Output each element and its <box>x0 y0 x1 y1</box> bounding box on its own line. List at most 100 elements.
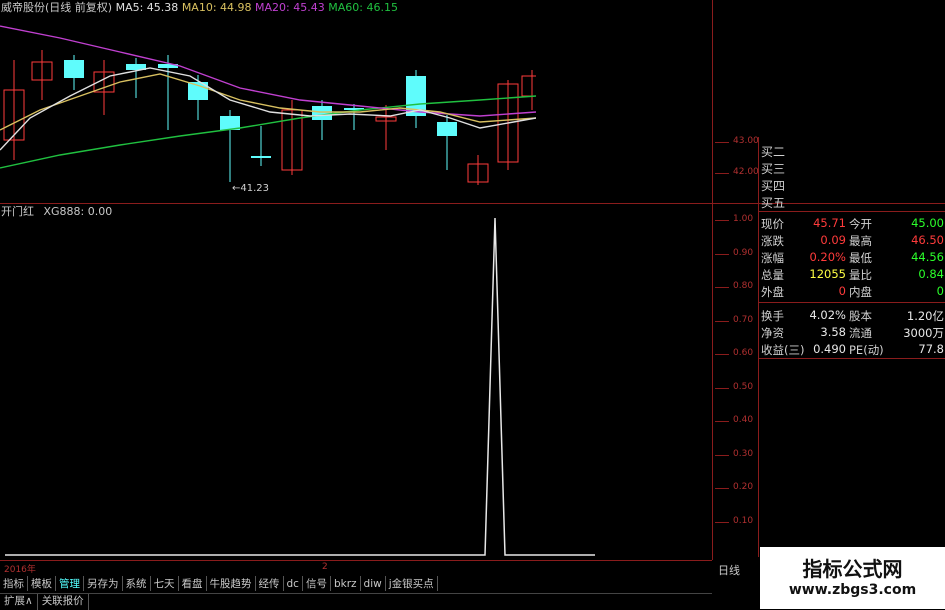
price-axis: 43.00 42.00 <box>712 0 759 203</box>
indicator-tick: 1.00 <box>714 214 754 224</box>
indicator-tab[interactable]: diw <box>361 576 386 591</box>
orderbook-bid-label: 买五 <box>761 196 786 210</box>
quote-value: 0.490 <box>813 342 846 356</box>
quote-row: 换手 4.02% 股本 1.20亿 <box>759 307 945 324</box>
quote-value: 0 <box>838 284 846 298</box>
quote-label: 净资 <box>761 326 784 340</box>
ma20-value: MA20: 45.43 <box>255 1 325 14</box>
quote-value: 4.02% <box>809 308 846 322</box>
time-axis: 2016年 2 <box>0 560 712 575</box>
quote-value: 0 <box>936 284 944 298</box>
ma10-value: MA10: 44.98 <box>181 1 252 14</box>
candle-body <box>251 156 271 158</box>
orderbook-bid-label: 买三 <box>761 162 786 176</box>
quote-value: 77.8 <box>918 342 944 356</box>
watermark-title: 指标公式网 <box>802 557 903 581</box>
quote-value: 0.84 <box>918 267 944 281</box>
quote-row: 涨幅 0.20% 最低 44.56 <box>759 249 945 266</box>
quote-label: 最高 <box>849 234 872 248</box>
ma60-value: MA60: 46.15 <box>328 1 398 14</box>
quote-label: PE(动) <box>849 343 884 357</box>
quote-label: 换手 <box>761 309 784 323</box>
quote-label: 涨幅 <box>761 251 784 265</box>
xg888-line <box>5 217 595 556</box>
watermark: 指标公式网 www.zbgs3.com <box>760 547 945 609</box>
quote-value: 45.71 <box>813 216 846 230</box>
quote-panel: 买二 买三 买四 买五 现价 45.71 今开 45.00 涨跌 0.09 最高 46.50 涨幅 0.… <box>758 137 945 557</box>
indicator-tab[interactable]: j金银买点 <box>386 576 438 591</box>
orderbook-bid-label: 买四 <box>761 179 786 193</box>
indicator-tick: 0.80 <box>714 281 754 291</box>
candlestick-chart <box>0 25 536 185</box>
orderbook-bid-label: 买二 <box>761 145 786 159</box>
indicator-tick: 0.50 <box>714 381 754 392</box>
quote-value: 3000万 <box>903 326 944 340</box>
price-tick: 42.00 <box>715 167 759 177</box>
quote-label: 最低 <box>849 251 872 265</box>
indicator-title: 开门红 <box>1 205 34 218</box>
quote-value: 12055 <box>809 267 846 281</box>
chart-header: 威帝股份(日线 前复权) MA5: 45.38 MA10: 44.98 MA20… <box>1 1 398 15</box>
quote-label: 今开 <box>849 217 872 231</box>
quote-value: 1.20亿 <box>906 309 944 323</box>
ma5-line <box>0 67 536 151</box>
quote-row: 涨跌 0.09 最高 46.50 <box>759 232 945 249</box>
bottom-tab[interactable]: 扩展∧ <box>0 594 38 610</box>
indicator-tab[interactable]: dc <box>284 576 303 591</box>
indicator-tab[interactable]: 牛股趋势 <box>207 576 256 591</box>
quote-row: 收益(三) 0.490 PE(动) 77.8 <box>759 341 945 358</box>
quote-divider <box>759 211 945 212</box>
quote-value: 44.56 <box>911 250 944 264</box>
indicator-tab[interactable]: 模板 <box>28 576 56 591</box>
quote-value: 46.50 <box>911 233 944 247</box>
indicator-axis: 1.00 0.90 0.80 0.70 0.60 0.50 0.40 0.30 0.20 0.10 <box>712 204 759 560</box>
indicator-tick: 0.60 <box>714 348 754 358</box>
quote-label: 涨跌 <box>761 234 784 248</box>
quote-divider <box>759 302 945 303</box>
quote-row: 外盘 0 内盘 0 <box>759 283 945 300</box>
quote-value: 3.58 <box>820 325 846 339</box>
indicator-tick: 0.40 <box>714 415 754 425</box>
indicator-tab[interactable]: 七天 <box>151 576 179 591</box>
indicator-tab[interactable]: 指标 <box>0 576 28 591</box>
watermark-url: www.zbgs3.com <box>788 582 917 598</box>
ma5-value: MA5: 45.38 <box>115 1 179 14</box>
indicator-tick: 0.30 <box>714 448 754 459</box>
quote-label: 总量 <box>761 268 784 282</box>
candle-body <box>312 106 332 120</box>
quote-label: 量比 <box>849 268 872 282</box>
quote-label: 现价 <box>761 217 784 231</box>
indicator-tab[interactable]: 看盘 <box>179 576 207 591</box>
candlestick-panel[interactable]: 威帝股份(日线 前复权) MA5: 45.38 MA10: 44.98 MA20… <box>0 0 536 203</box>
period-label[interactable]: 日线 <box>718 562 740 578</box>
indicator-value: XG888: 0.00 <box>43 205 113 218</box>
axis-year: 2016年 <box>4 565 36 575</box>
indicator-header: 开门红 XG888: 0.00 <box>1 205 112 219</box>
bottom-tab[interactable]: 关联报价 <box>38 594 89 610</box>
indicator-tab[interactable]: 经传 <box>256 576 284 591</box>
indicator-tab[interactable]: 管理 <box>56 576 84 591</box>
quote-value: 0.20% <box>809 250 846 264</box>
quote-row: 现价 45.71 今开 45.00 <box>759 215 945 232</box>
candle-body <box>437 122 457 136</box>
quote-row: 净资 3.58 流通 3000万 <box>759 324 945 341</box>
candle-body <box>64 60 84 78</box>
indicator-panel[interactable]: 开门红 XG888: 0.00 <box>0 204 712 560</box>
low-price-annotation: ←41.23 <box>232 183 270 194</box>
quote-row: 总量 12055 量比 0.84 <box>759 266 945 283</box>
axis-mark: 2 <box>322 562 328 572</box>
quote-label: 股本 <box>849 309 872 323</box>
indicator-tick: 0.20 <box>714 482 754 492</box>
bottom-bar: 扩展∧ 关联报价 <box>0 593 712 610</box>
candle-body <box>521 75 536 97</box>
indicator-tick: 0.70 <box>714 314 754 325</box>
indicator-tab[interactable]: bkrz <box>331 576 361 591</box>
indicator-tick: 0.90 <box>714 247 754 258</box>
indicator-tab[interactable]: 系统 <box>123 576 151 591</box>
indicator-tab[interactable]: 信号 <box>303 576 331 591</box>
quote-label: 外盘 <box>761 285 784 299</box>
indicator-tab-bar: 指标 模板 管理 另存为 系统 七天 看盘 牛股趋势 经传 dc 信号 bkrz diw j金银买点 <box>0 576 712 592</box>
indicator-tab[interactable]: 另存为 <box>84 576 123 591</box>
indicator-tick: 0.10 <box>714 515 754 526</box>
stock-name: 威帝股份(日线 前复权) <box>1 1 113 14</box>
